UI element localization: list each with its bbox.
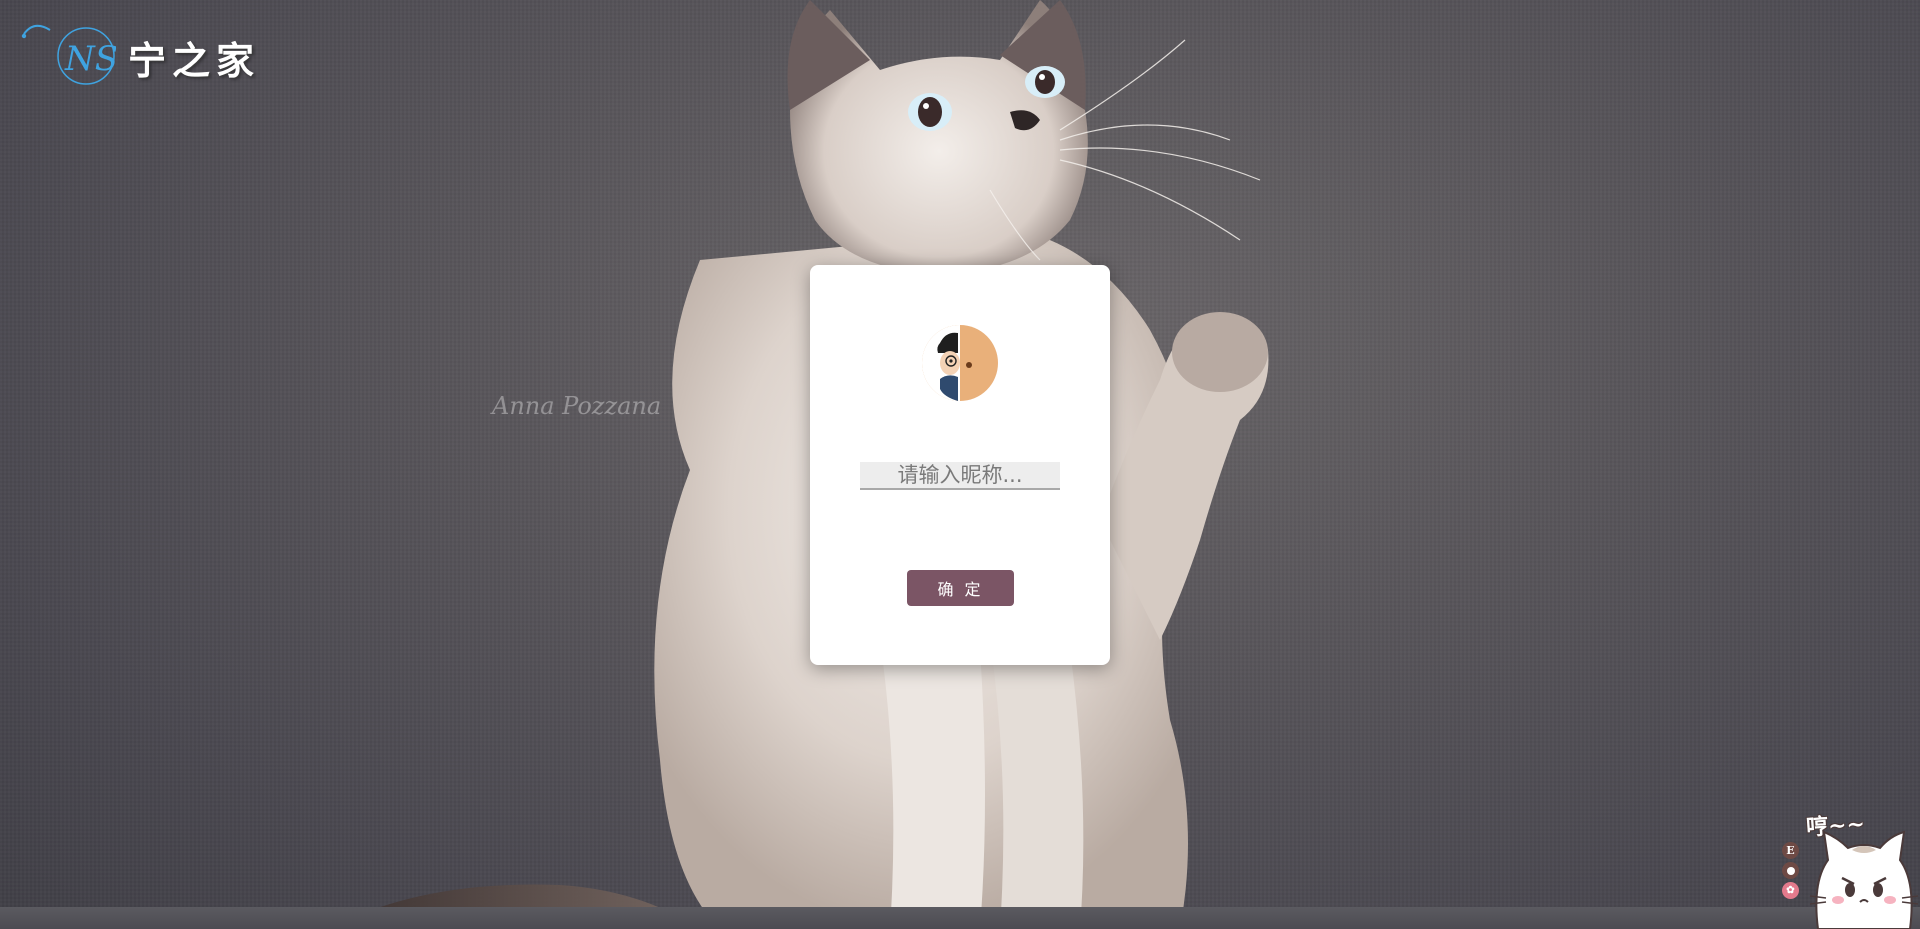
- page-background: Anna Pozzana NS 宁之家 确 定 E ✿: [0, 0, 1920, 929]
- svg-text:Anna Pozzana: Anna Pozzana: [490, 392, 661, 420]
- e-button[interactable]: E: [1782, 842, 1799, 859]
- dot-button[interactable]: [1782, 862, 1799, 879]
- cat-mascot-icon[interactable]: [1808, 812, 1920, 929]
- nickname-input[interactable]: [860, 462, 1060, 490]
- ns-logo-icon: NS: [21, 24, 116, 85]
- flower-button[interactable]: ✿: [1782, 882, 1799, 899]
- confirm-button[interactable]: 确 定: [907, 570, 1014, 606]
- side-toolbar: E ✿: [1782, 842, 1802, 902]
- avatar-image: [922, 325, 998, 401]
- svg-text:NS: NS: [64, 39, 116, 79]
- site-logo[interactable]: NS 宁之家: [20, 22, 260, 88]
- nickname-login-card: 确 定: [810, 265, 1110, 665]
- photographer-watermark: Anna Pozzana: [490, 392, 661, 420]
- floor-strip: [0, 907, 1920, 929]
- site-title: 宁之家: [128, 38, 261, 83]
- dot-icon: [1786, 866, 1795, 875]
